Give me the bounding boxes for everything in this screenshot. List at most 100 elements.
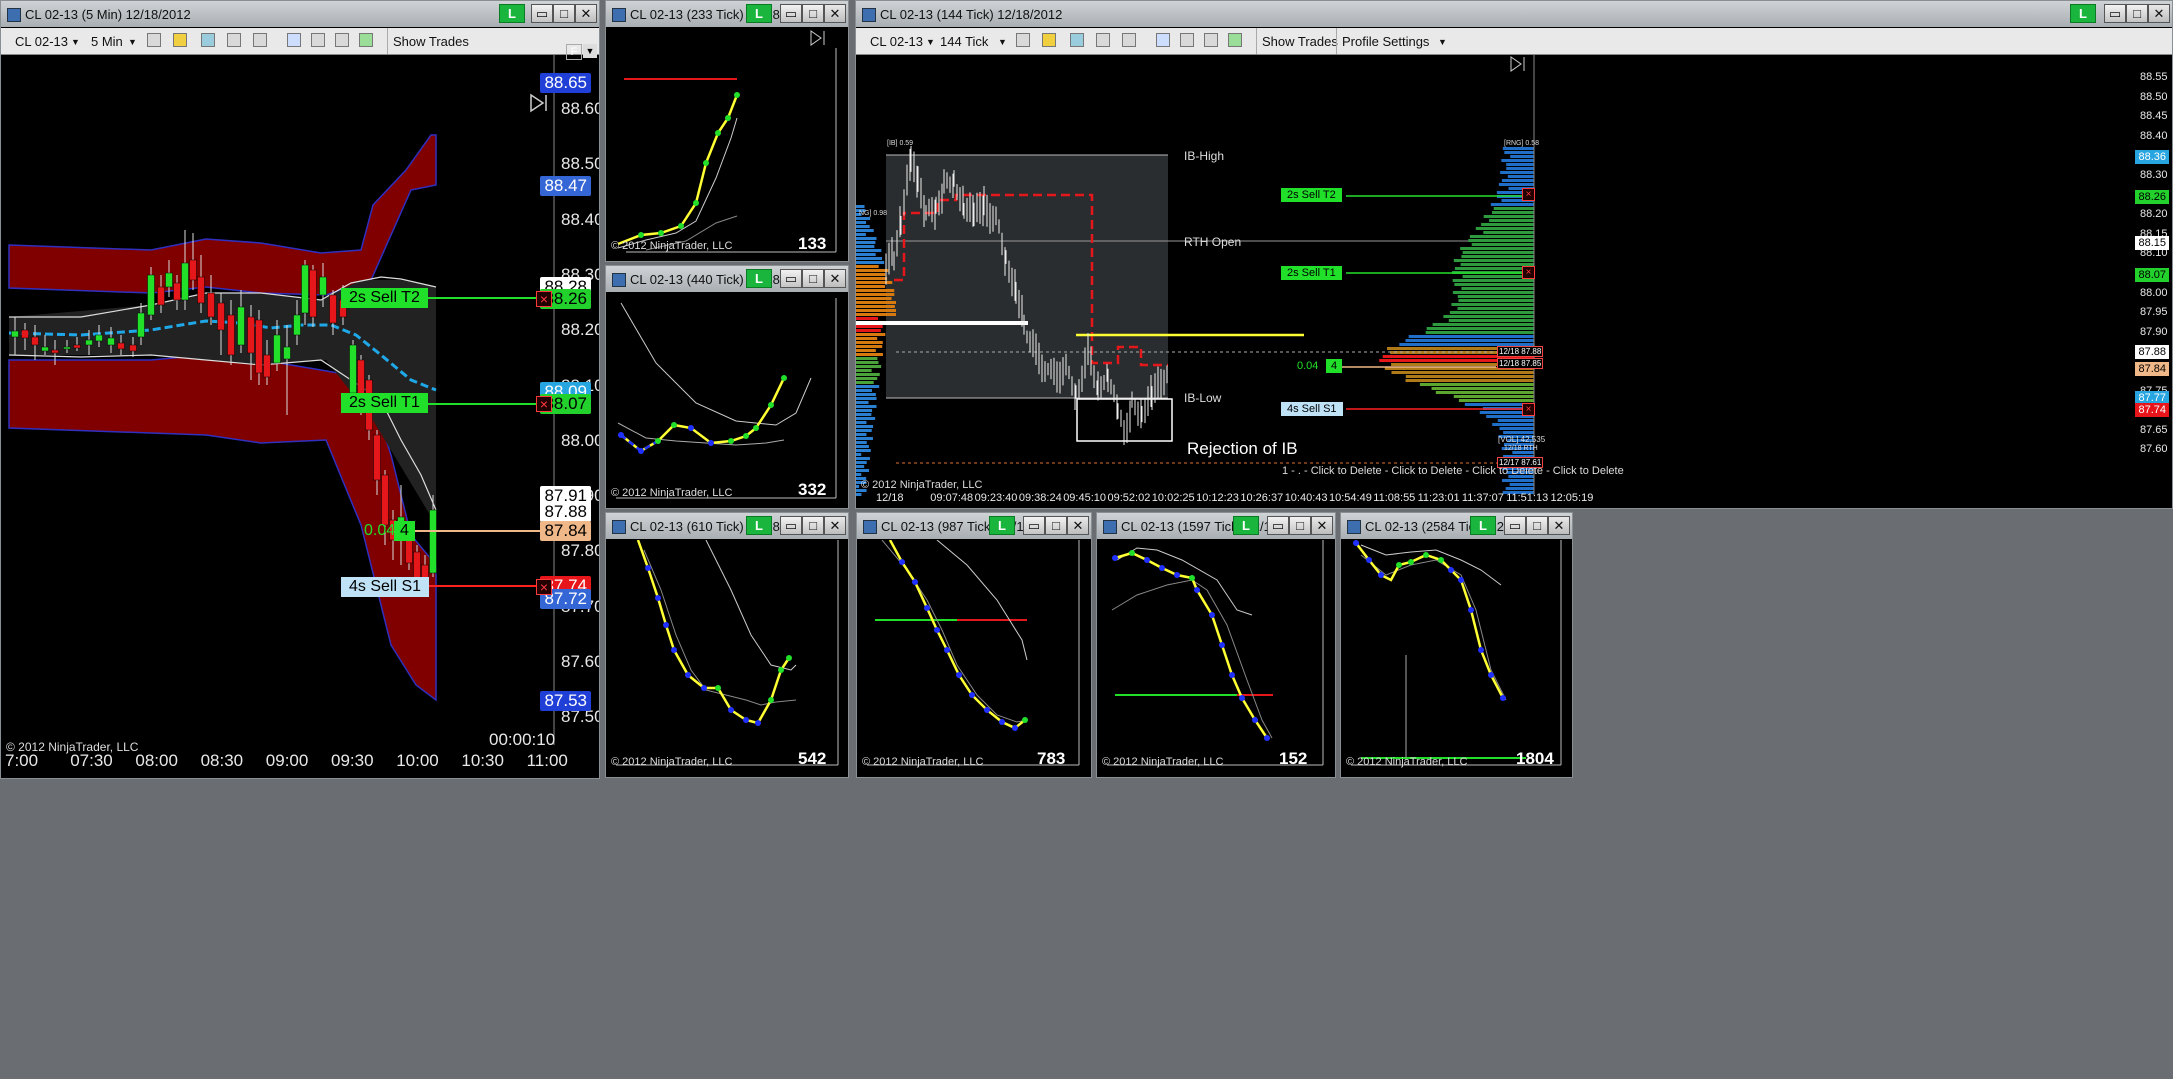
minimize-button[interactable]: ▭ [780, 4, 802, 23]
minimize-button[interactable]: ▭ [1023, 516, 1045, 535]
interval-selector[interactable]: 144 Tick [940, 34, 988, 49]
minimize-button[interactable]: ▭ [780, 516, 802, 535]
mini-chart-610tick[interactable] [606, 540, 848, 778]
cancel-order-icon[interactable]: × [536, 291, 552, 307]
data-box-icon[interactable] [335, 33, 349, 47]
f-button[interactable]: F [566, 44, 582, 60]
position-quantity[interactable]: 4 [394, 521, 415, 541]
minimize-button[interactable]: ▭ [531, 4, 553, 23]
price-axis-tick: 88.60 [561, 99, 600, 118]
pointer-icon[interactable] [1070, 33, 1084, 47]
price-chart-5min[interactable] [1, 55, 599, 779]
mini-chart-2584tick[interactable] [1341, 540, 1572, 778]
title-bar[interactable]: CL 02-13 (440 Tick) 12/18/2012 L ▭ □ ✕ [606, 266, 848, 292]
link-button[interactable]: L [1233, 516, 1259, 535]
maximize-button[interactable]: □ [1289, 516, 1311, 535]
show-trades-button[interactable]: Show Trades [1262, 34, 1338, 49]
mini-chart-1597tick[interactable] [1097, 540, 1335, 778]
template-icon[interactable] [1180, 33, 1194, 47]
profile-settings-menu[interactable]: Profile Settings [1342, 34, 1429, 49]
cancel-order-icon[interactable]: × [536, 579, 552, 595]
properties-icon[interactable] [1156, 33, 1170, 47]
bar-type-icon[interactable] [1016, 33, 1030, 47]
zoom-icon[interactable] [1122, 33, 1136, 47]
pencil-icon[interactable] [1042, 33, 1056, 47]
link-button[interactable]: L [746, 269, 772, 288]
date-price-label: 12/17 87.61 [1497, 457, 1544, 468]
range-label-left: NG] 0.98 [859, 210, 888, 217]
mini-chart-440tick[interactable] [606, 293, 848, 509]
minimize-button[interactable]: ▭ [2104, 4, 2126, 23]
copyright-text: © 2012 NinjaTrader, LLC [1102, 756, 1224, 768]
mini-chart-987tick[interactable] [857, 540, 1091, 778]
strategy-icon[interactable] [359, 33, 373, 47]
close-button[interactable]: ✕ [824, 269, 846, 288]
title-bar[interactable]: CL 02-13 (1597 Tick) 12/18/2012 L ▭ □ ✕ [1097, 513, 1335, 539]
title-bar[interactable]: CL 02-13 (144 Tick) 12/18/2012 L ▭ □ ✕ [856, 1, 2172, 27]
title-bar[interactable]: CL 02-13 (987 Tick) 12/18/2012 L ▭ □ ✕ [857, 513, 1091, 539]
template-icon[interactable] [311, 33, 325, 47]
price-axis-tick: 87.90 [2140, 325, 2168, 338]
title-bar[interactable]: CL 02-13 (610 Tick) 12/18/2012 L ▭ □ ✕ [606, 513, 848, 539]
instrument-selector[interactable]: CL 02-13 [15, 34, 68, 49]
show-trades-button[interactable]: Show Trades [393, 34, 469, 49]
crosshair-icon[interactable] [227, 33, 241, 47]
mini-chart-233tick[interactable] [606, 28, 848, 262]
dropdown-arrow-icon[interactable]: ▼ [583, 44, 597, 58]
maximize-button[interactable]: □ [2126, 4, 2148, 23]
maximize-button[interactable]: □ [553, 4, 575, 23]
close-button[interactable]: ✕ [824, 516, 846, 535]
maximize-button[interactable]: □ [802, 4, 824, 23]
link-button[interactable]: L [746, 516, 772, 535]
time-axis-tick: 08:00 [135, 751, 178, 770]
maximize-button[interactable]: □ [802, 269, 824, 288]
minimize-button[interactable]: ▭ [1267, 516, 1289, 535]
link-button[interactable]: L [1470, 516, 1496, 535]
order-sell-t2[interactable]: 2s Sell T2 [341, 288, 428, 308]
bar-type-icon[interactable] [147, 33, 161, 47]
maximize-button[interactable]: □ [1526, 516, 1548, 535]
time-axis-tick: 11:00 [526, 751, 568, 770]
close-button[interactable]: ✕ [1311, 516, 1333, 535]
order-sell-t1[interactable]: 2s Sell T1 [1281, 266, 1342, 280]
pencil-icon[interactable] [173, 33, 187, 47]
order-sell-t2[interactable]: 2s Sell T2 [1281, 188, 1342, 202]
instrument-selector[interactable]: CL 02-13 [870, 34, 923, 49]
chart-window-144tick: CL 02-13 (144 Tick) 12/18/2012 L ▭ □ ✕ C… [855, 0, 2173, 509]
maximize-button[interactable]: □ [1045, 516, 1067, 535]
minimize-button[interactable]: ▭ [780, 269, 802, 288]
close-button[interactable]: ✕ [1067, 516, 1089, 535]
strategy-icon[interactable] [1228, 33, 1242, 47]
link-button[interactable]: L [746, 4, 772, 23]
close-button[interactable]: ✕ [575, 4, 597, 23]
crosshair-icon[interactable] [1096, 33, 1110, 47]
time-axis-tick: 08:30 [200, 751, 244, 770]
minimize-button[interactable]: ▭ [1504, 516, 1526, 535]
link-button[interactable]: L [499, 4, 525, 23]
close-button[interactable]: ✕ [2148, 4, 2170, 23]
position-quantity[interactable]: 4 [1326, 359, 1343, 373]
interval-selector[interactable]: 5 Min [91, 34, 123, 49]
maximize-button[interactable]: □ [802, 516, 824, 535]
properties-icon[interactable] [287, 33, 301, 47]
click-to-delete-text[interactable]: 1 - . - Click to Delete - Click to Delet… [1282, 465, 1624, 477]
zoom-icon[interactable] [253, 33, 267, 47]
link-button[interactable]: L [2070, 4, 2096, 23]
cancel-order-icon[interactable]: × [536, 396, 552, 412]
cancel-order-icon[interactable]: × [1522, 403, 1535, 416]
cancel-order-icon[interactable]: × [1522, 188, 1535, 201]
pointer-icon[interactable] [201, 33, 215, 47]
title-bar[interactable]: CL 02-13 (5 Min) 12/18/2012 L ▭ □ ✕ [1, 1, 599, 27]
tick-counter: 1804 [1516, 749, 1554, 768]
cancel-order-icon[interactable]: × [1522, 266, 1535, 279]
order-sell-s1[interactable]: 4s Sell S1 [341, 577, 430, 597]
app-icon [863, 520, 877, 534]
title-bar[interactable]: CL 02-13 (233 Tick) 12/18/2012 L ▭ □ ✕ [606, 1, 848, 27]
order-sell-s1[interactable]: 4s Sell S1 [1281, 402, 1343, 416]
title-bar[interactable]: CL 02-13 (2584 Tick) 12/18/2012 L ▭ □ ✕ [1341, 513, 1572, 539]
close-button[interactable]: ✕ [1548, 516, 1570, 535]
close-button[interactable]: ✕ [824, 4, 846, 23]
link-button[interactable]: L [989, 516, 1015, 535]
order-sell-t1[interactable]: 2s Sell T1 [341, 393, 428, 413]
data-box-icon[interactable] [1204, 33, 1218, 47]
